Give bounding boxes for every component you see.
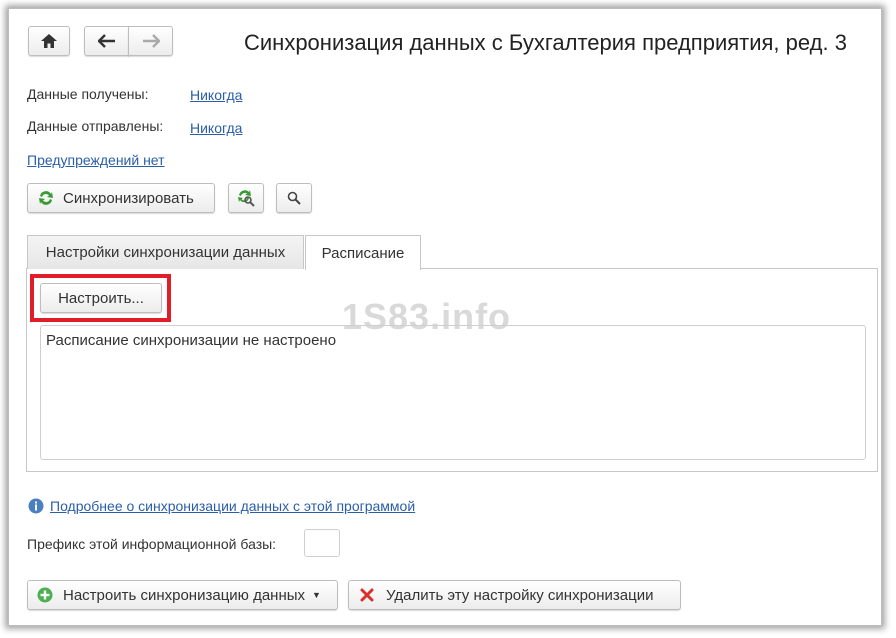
- sent-label: Данные отправлены:: [27, 118, 164, 134]
- arrow-right-icon: [142, 34, 160, 48]
- info-icon: [28, 498, 44, 514]
- setup-sync-label: Настроить синхронизацию данных: [63, 586, 306, 604]
- sent-value-link[interactable]: Никогда: [190, 120, 242, 136]
- page-title: Синхронизация данных с Бухгалтерия предп…: [244, 30, 847, 55]
- prefix-label: Префикс этой информационной базы:: [27, 536, 277, 552]
- delete-x-icon: [360, 588, 374, 602]
- back-button[interactable]: [84, 26, 129, 56]
- search-icon: [287, 191, 301, 205]
- received-value-link[interactable]: Никогда: [190, 87, 242, 103]
- tab-schedule-label: Расписание: [321, 244, 405, 262]
- chevron-down-icon: ▼: [312, 590, 321, 600]
- home-icon: [41, 34, 57, 48]
- more-info-link[interactable]: Подробнее о синхронизации данных с этой …: [50, 498, 415, 514]
- tab-sync-settings-label: Настройки синхронизации данных: [45, 244, 286, 261]
- tab-sync-settings[interactable]: Настройки синхронизации данных: [27, 235, 304, 269]
- schedule-description: Расписание синхронизации не настроено: [40, 325, 866, 460]
- search-button[interactable]: [276, 183, 312, 213]
- home-button[interactable]: [28, 26, 70, 56]
- delete-setting-label: Удалить эту настройку синхронизации: [386, 586, 654, 604]
- sync-icon: [39, 191, 53, 205]
- arrow-left-icon: [97, 34, 115, 48]
- prefix-input[interactable]: [304, 529, 340, 557]
- forward-button[interactable]: [128, 26, 173, 56]
- sync-button[interactable]: Синхронизировать: [27, 183, 215, 213]
- plus-circle-icon: [37, 587, 53, 603]
- delete-setting-button[interactable]: Удалить эту настройку синхронизации: [348, 580, 681, 610]
- highlight-box: [30, 274, 171, 322]
- warnings-link[interactable]: Предупреждений нет: [27, 152, 165, 168]
- schedule-description-text: Расписание синхронизации не настроено: [46, 332, 337, 349]
- refresh-search-icon: [238, 190, 255, 207]
- received-label: Данные получены:: [27, 86, 149, 102]
- setup-sync-button[interactable]: Настроить синхронизацию данных ▼: [27, 580, 338, 610]
- refresh-search-button[interactable]: [228, 183, 264, 213]
- tab-schedule[interactable]: Расписание: [305, 235, 421, 270]
- sync-button-label: Синхронизировать: [63, 189, 194, 207]
